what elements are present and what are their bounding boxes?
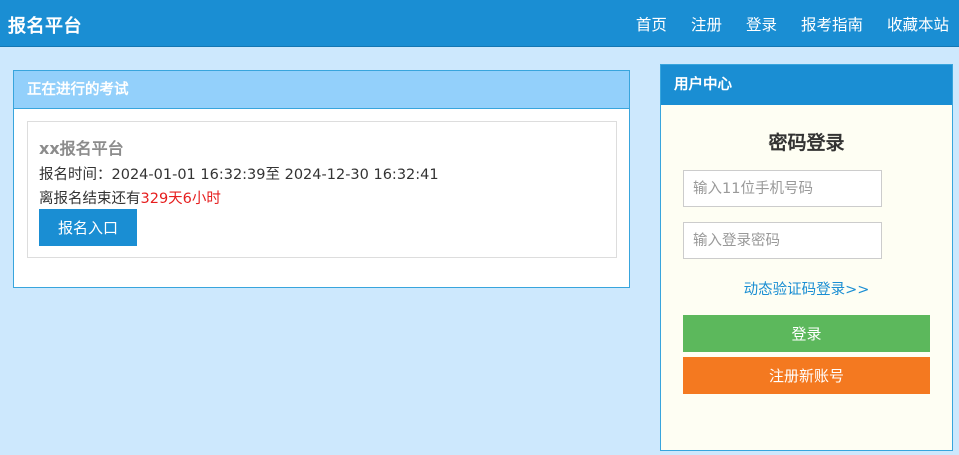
main-nav: 首页 注册 登录 报考指南 收藏本站 [636,0,949,47]
countdown-prefix: 离报名结束还有 [39,191,141,207]
top-nav-bar: 报名平台 首页 注册 登录 报考指南 收藏本站 [0,0,959,47]
exam-countdown: 离报名结束还有329天6小时 [39,187,221,208]
site-brand[interactable]: 报名平台 [8,12,82,38]
registration-entry-button[interactable]: 报名入口 [39,209,137,246]
nav-guide-link[interactable]: 报考指南 [801,13,863,35]
ongoing-exams-title: 正在进行的考试 [14,71,629,109]
nav-bookmark-link[interactable]: 收藏本站 [887,13,949,35]
exam-registration-time: 报名时间：2024-01-01 16:32:39至 2024-12-30 16:… [39,163,439,184]
login-button[interactable]: 登录 [683,315,930,352]
phone-input[interactable] [683,170,882,207]
nav-login-link[interactable]: 登录 [746,13,777,35]
exam-time-label: 报名时间： [39,167,112,183]
ongoing-exams-panel: 正在进行的考试 xx报名平台 报名时间：2024-01-01 16:32:39至… [13,70,630,288]
nav-register-link[interactable]: 注册 [691,13,722,35]
user-center-panel: 用户中心 密码登录 动态验证码登录>> 登录 注册新账号 [660,64,953,451]
register-account-button[interactable]: 注册新账号 [683,357,930,394]
sms-code-login-link[interactable]: 动态验证码登录>> [661,278,952,299]
password-input[interactable] [683,222,882,259]
countdown-value: 329天6小时 [140,191,221,207]
exam-time-range: 2024-01-01 16:32:39至 2024-12-30 16:32:41 [111,167,439,183]
password-login-heading: 密码登录 [768,132,845,154]
exam-card: xx报名平台 报名时间：2024-01-01 16:32:39至 2024-12… [27,121,617,258]
exam-name: xx报名平台 [39,139,124,158]
nav-home-link[interactable]: 首页 [636,13,667,35]
user-center-title: 用户中心 [661,65,952,105]
